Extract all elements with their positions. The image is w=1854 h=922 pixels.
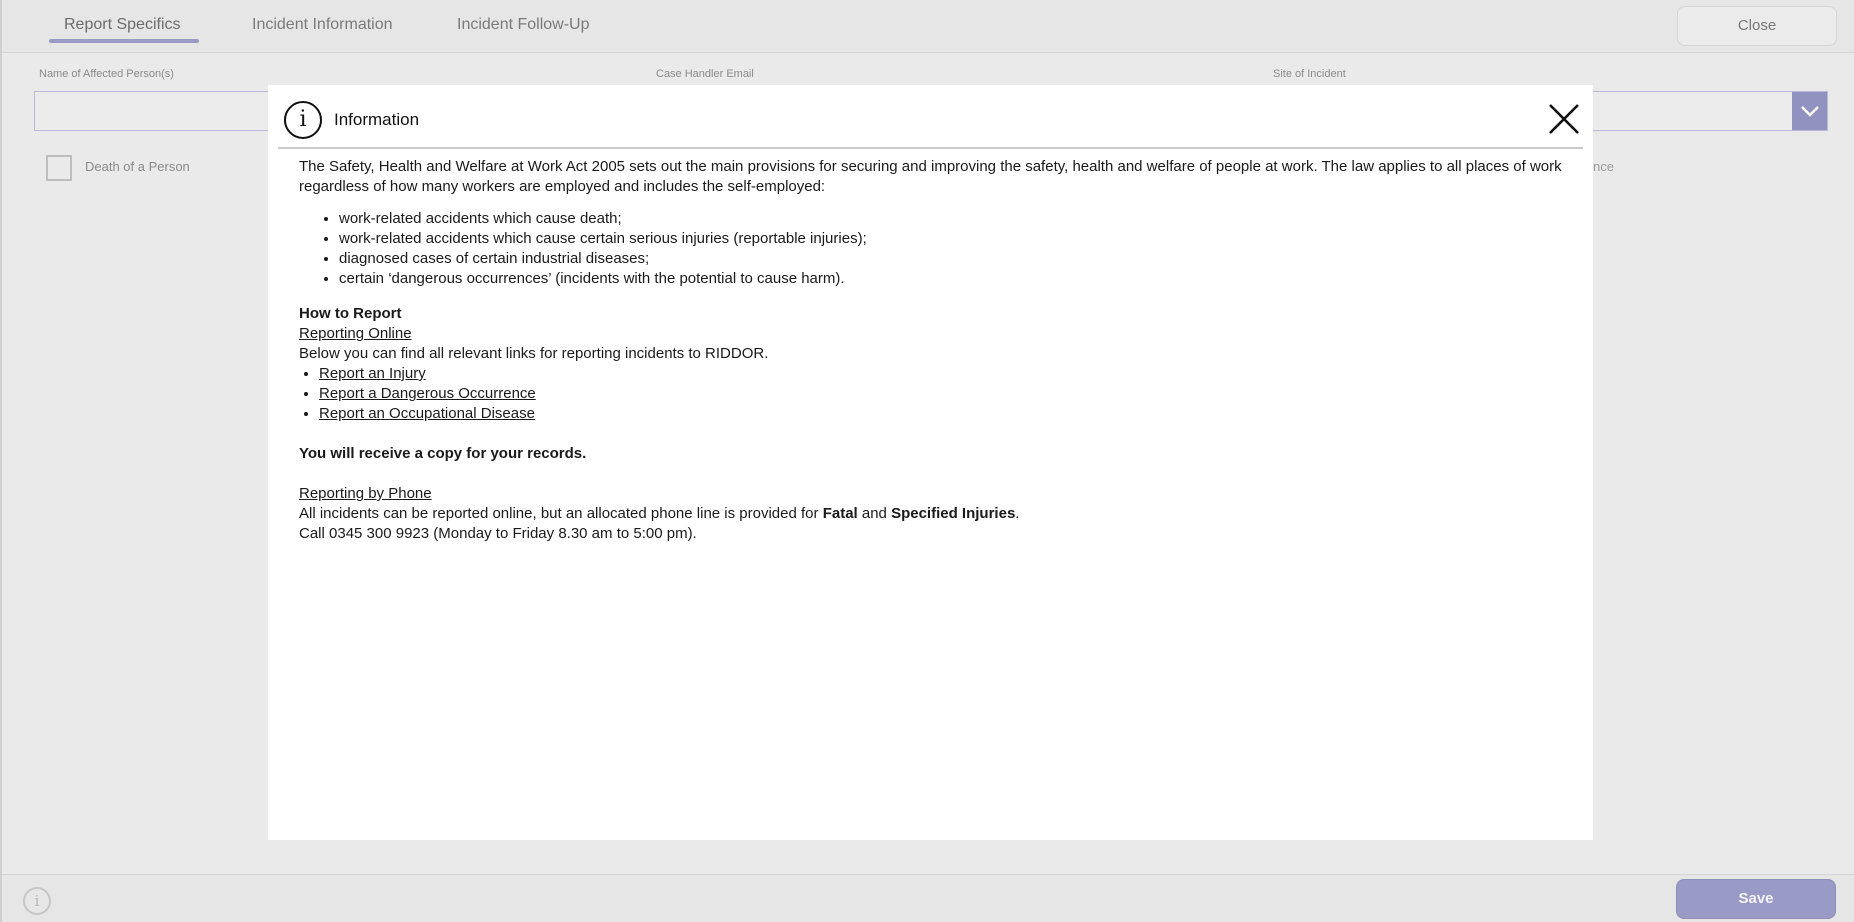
tab-incident-information[interactable]: Incident Information <box>252 16 393 34</box>
app-window: Report Specifics Incident Information In… <box>0 0 1854 922</box>
information-modal: i Information The Safety, Health and Wel… <box>268 85 1593 840</box>
occurrence-label-fragment: nce <box>1593 159 1614 174</box>
phone-description: All incidents can be reported online, bu… <box>299 504 1574 524</box>
close-icon[interactable] <box>1546 101 1582 137</box>
tab-incident-follow-up[interactable]: Incident Follow-Up <box>457 16 590 34</box>
save-button[interactable]: Save <box>1676 879 1836 919</box>
active-tab-indicator <box>49 39 199 43</box>
affected-person-label: Name of Affected Person(s) <box>39 68 174 80</box>
chevron-down-icon <box>1800 106 1819 117</box>
death-of-person-label: Death of a Person <box>85 159 190 174</box>
affected-person-input[interactable] <box>34 91 284 131</box>
site-of-incident-dropdown[interactable] <box>1572 91 1828 131</box>
site-of-incident-label: Site of Incident <box>1273 68 1346 80</box>
reporting-online-link[interactable]: Reporting Online <box>299 325 412 342</box>
footer-bar: i Save <box>2 874 1854 922</box>
list-item: work-related accidents which cause certa… <box>339 229 1574 249</box>
info-icon[interactable]: i <box>23 887 51 915</box>
list-item: work-related accidents which cause death… <box>339 209 1574 229</box>
fatal-text: Fatal <box>822 505 858 522</box>
list-item: certain ‘dangerous occurrences’ (inciden… <box>339 269 1574 289</box>
modal-body: The Safety, Health and Welfare at Work A… <box>299 157 1574 544</box>
modal-header: i Information <box>278 85 1583 149</box>
phone-call-text: Call 0345 300 9923 (Monday to Friday 8.3… <box>299 525 697 542</box>
info-icon: i <box>284 101 322 139</box>
close-button[interactable]: Close <box>1677 6 1837 46</box>
case-handler-email-label: Case Handler Email <box>656 68 754 80</box>
reportable-list: work-related accidents which cause death… <box>299 209 1574 289</box>
phone-text: . <box>1015 505 1020 522</box>
report-dangerous-occurrence-link[interactable]: Report a Dangerous Occurrence <box>319 385 536 402</box>
intro-text: The Safety, Health and Welfare at Work A… <box>299 158 1562 195</box>
reporting-by-phone-link[interactable]: Reporting by Phone <box>299 485 432 502</box>
tab-bar: Report Specifics Incident Information In… <box>2 0 1854 53</box>
report-injury-link[interactable]: Report an Injury <box>319 365 426 382</box>
death-of-person-checkbox[interactable] <box>46 155 72 181</box>
site-dropdown-toggle[interactable] <box>1792 92 1827 130</box>
report-occupational-disease-link[interactable]: Report an Occupational Disease <box>319 405 535 422</box>
tab-report-specifics[interactable]: Report Specifics <box>64 16 181 34</box>
report-links-list: Report an Injury Report a Dangerous Occu… <box>299 364 1574 424</box>
phone-text: and <box>857 505 892 522</box>
phone-text: All incidents can be reported online, bu… <box>299 505 823 522</box>
modal-title: Information <box>334 110 420 129</box>
list-item: diagnosed cases of certain industrial di… <box>339 249 1574 269</box>
online-description: Below you can find all relevant links fo… <box>299 345 769 362</box>
specified-injuries-text: Specified Injuries <box>891 505 1016 522</box>
how-to-report-heading: How to Report <box>299 305 402 322</box>
copy-note: You will receive a copy for your records… <box>299 445 587 462</box>
